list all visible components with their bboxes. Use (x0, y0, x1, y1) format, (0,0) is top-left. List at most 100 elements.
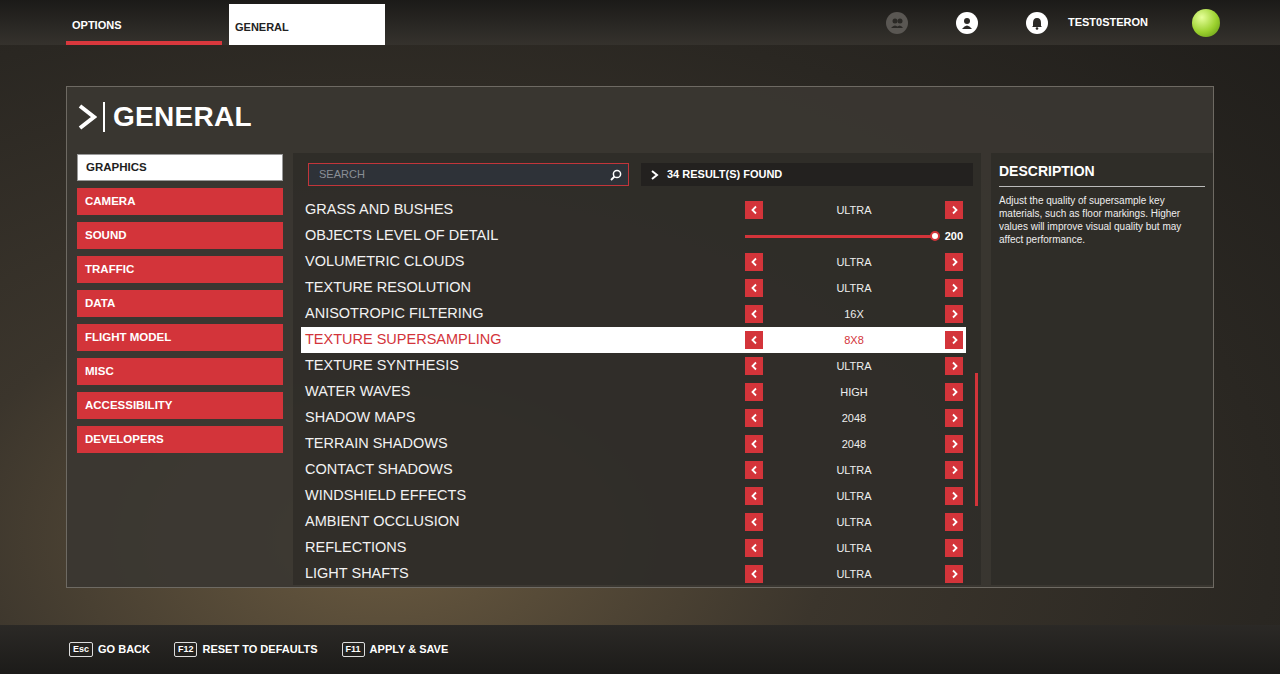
previous-button[interactable] (745, 409, 763, 427)
next-button[interactable] (945, 253, 963, 271)
next-button[interactable] (945, 383, 963, 401)
setting-choice[interactable]: ULTRA (745, 279, 963, 297)
setting-row[interactable]: TEXTURE RESOLUTIONULTRA (301, 275, 966, 301)
previous-button[interactable] (745, 435, 763, 453)
bell-icon (1030, 16, 1044, 30)
setting-label: TEXTURE SYNTHESIS (305, 355, 745, 377)
footer-action[interactable]: F12RESET TO DEFAULTS (174, 641, 318, 658)
next-button[interactable] (945, 279, 963, 297)
panel-title: GENERAL (113, 96, 252, 138)
setting-row[interactable]: SHADOW MAPS2048 (301, 405, 966, 431)
nav-tab[interactable]: OPTIONS (66, 0, 222, 45)
arrow-left-icon (750, 413, 759, 423)
setting-choice[interactable]: 2048 (745, 435, 963, 453)
next-button[interactable] (945, 513, 963, 531)
next-button[interactable] (945, 487, 963, 505)
sidebar-item[interactable]: ACCESSIBILITY (77, 392, 283, 419)
arrow-right-icon (950, 257, 959, 267)
setting-choice[interactable]: HIGH (745, 383, 963, 401)
setting-label: OBJECTS LEVEL OF DETAIL (305, 225, 745, 247)
setting-row[interactable]: WINDSHIELD EFFECTSULTRA (301, 483, 966, 509)
arrow-right-icon (950, 309, 959, 319)
nav-tab[interactable]: GENERAL (229, 4, 385, 45)
description-text: Adjust the quality of supersample key ma… (999, 194, 1205, 246)
setting-row[interactable]: ANISOTROPIC FILTERING16X (301, 301, 966, 327)
setting-choice[interactable]: 8X8 (745, 331, 963, 349)
sidebar-item[interactable]: DEVELOPERS (77, 426, 283, 453)
previous-button[interactable] (745, 305, 763, 323)
sidebar-item[interactable]: CAMERA (77, 188, 283, 215)
next-button[interactable] (945, 331, 963, 349)
setting-row[interactable]: CONTACT SHADOWSULTRA (301, 457, 966, 483)
setting-choice[interactable]: ULTRA (745, 357, 963, 375)
previous-button[interactable] (745, 487, 763, 505)
setting-slider[interactable]: 200 (745, 228, 963, 245)
sidebar-item[interactable]: SOUND (77, 222, 283, 249)
setting-choice[interactable]: 16X (745, 305, 963, 323)
setting-choice[interactable]: ULTRA (745, 201, 963, 219)
notifications-button[interactable] (1026, 12, 1048, 34)
next-button[interactable] (945, 539, 963, 557)
avatar-icon[interactable] (1192, 9, 1220, 37)
previous-button[interactable] (745, 357, 763, 375)
sidebar-item[interactable]: MISC (77, 358, 283, 385)
username[interactable]: TEST0STERON (1068, 14, 1148, 31)
next-button[interactable] (945, 357, 963, 375)
slider-track[interactable] (745, 235, 935, 238)
previous-button[interactable] (745, 461, 763, 479)
setting-row[interactable]: OBJECTS LEVEL OF DETAIL200 (301, 223, 966, 249)
setting-label: REFLECTIONS (305, 537, 745, 559)
arrow-right-icon (950, 205, 959, 215)
previous-button[interactable] (745, 331, 763, 349)
profile-icon (960, 16, 974, 30)
search-input[interactable] (317, 165, 610, 184)
next-button[interactable] (945, 409, 963, 427)
slider-knob[interactable] (930, 231, 940, 241)
scrollbar[interactable] (975, 197, 978, 579)
scrollbar-thumb[interactable] (975, 373, 978, 507)
arrow-left-icon (750, 335, 759, 345)
setting-choice[interactable]: 2048 (745, 409, 963, 427)
profile-button[interactable] (956, 12, 978, 34)
setting-choice[interactable]: ULTRA (745, 487, 963, 505)
previous-button[interactable] (745, 539, 763, 557)
setting-row[interactable]: WATER WAVESHIGH (301, 379, 966, 405)
setting-choice[interactable]: ULTRA (745, 253, 963, 271)
footer-action[interactable]: EscGO BACK (69, 641, 150, 658)
setting-value: ULTRA (763, 280, 945, 297)
setting-choice[interactable]: ULTRA (745, 461, 963, 479)
setting-choice[interactable]: ULTRA (745, 513, 963, 531)
previous-button[interactable] (745, 253, 763, 271)
setting-row[interactable]: TERRAIN SHADOWS2048 (301, 431, 966, 457)
sidebar-item[interactable]: DATA (77, 290, 283, 317)
arrow-right-icon (950, 491, 959, 501)
setting-row[interactable]: AMBIENT OCCLUSIONULTRA (301, 509, 966, 535)
previous-button[interactable] (745, 513, 763, 531)
setting-row[interactable]: VOLUMETRIC CLOUDSULTRA (301, 249, 966, 275)
previous-button[interactable] (745, 201, 763, 219)
footer-action[interactable]: F11APPLY & SAVE (342, 641, 449, 658)
setting-row[interactable]: LIGHT SHAFTSULTRA (301, 561, 966, 587)
next-button[interactable] (945, 565, 963, 583)
next-button[interactable] (945, 305, 963, 323)
friends-button[interactable] (886, 12, 908, 34)
sidebar-item[interactable]: TRAFFIC (77, 256, 283, 283)
search-box (308, 163, 629, 186)
arrow-right-icon (950, 569, 959, 579)
next-button[interactable] (945, 201, 963, 219)
setting-label: WATER WAVES (305, 381, 745, 403)
setting-row[interactable]: TEXTURE SUPERSAMPLING8X8 (301, 327, 966, 353)
previous-button[interactable] (745, 279, 763, 297)
sidebar-item[interactable]: FLIGHT MODEL (77, 324, 283, 351)
next-button[interactable] (945, 461, 963, 479)
sidebar-item[interactable]: GRAPHICS (77, 154, 283, 181)
setting-choice[interactable]: ULTRA (745, 539, 963, 557)
next-button[interactable] (945, 435, 963, 453)
setting-row[interactable]: GRASS AND BUSHESULTRA (301, 197, 966, 223)
previous-button[interactable] (745, 383, 763, 401)
setting-row[interactable]: REFLECTIONSULTRA (301, 535, 966, 561)
setting-value: ULTRA (763, 566, 945, 583)
setting-choice[interactable]: ULTRA (745, 565, 963, 583)
previous-button[interactable] (745, 565, 763, 583)
setting-row[interactable]: TEXTURE SYNTHESISULTRA (301, 353, 966, 379)
